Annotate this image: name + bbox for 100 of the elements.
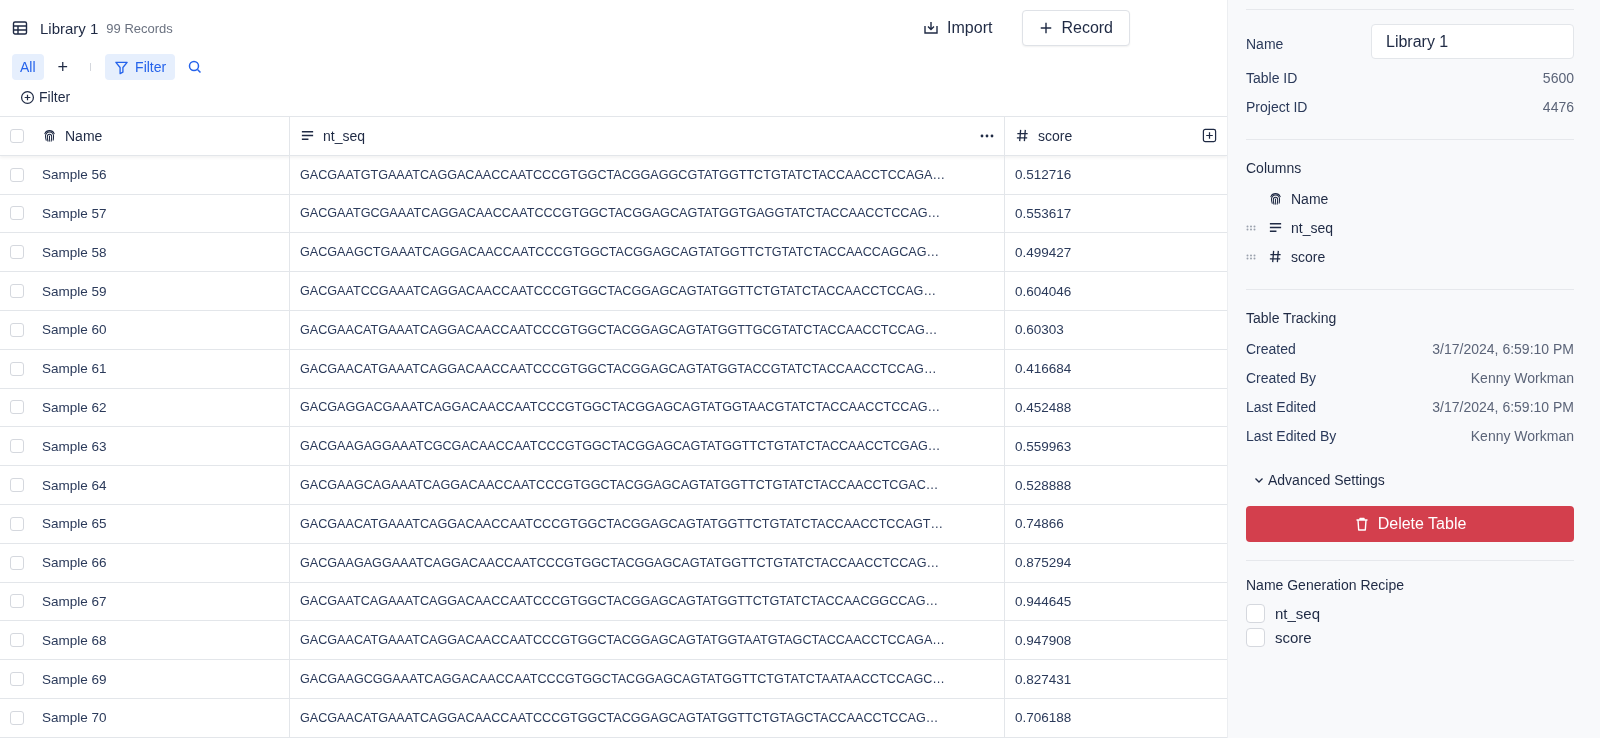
table-cell: Sample 69 [42,671,107,687]
text-lines-icon [1268,220,1283,235]
table-cell: GACGAATGCGAAATCAGGACAACCAATCCCGTGGCTACGGAGCAGTATGGTGAGGTATCTACCAACCTCCAG… [300,206,941,221]
select-all-checkbox[interactable] [10,128,24,143]
add-column-icon[interactable] [1202,128,1217,144]
funnel-icon [114,59,130,75]
row-checkbox[interactable] [10,478,24,493]
field-value: Kenny Workman [1470,427,1574,444]
field-label: Created By [1246,369,1317,386]
table-cell: GACGAAGCAGAAATCAGGACAACCAATCCCGTGGCTACGGAGCAGTATGGTTCTGTATCTACCAACCTCGAC… [300,478,939,493]
import-icon [923,20,940,36]
row-checkbox[interactable] [10,439,24,454]
field-label: Last Edited [1246,398,1317,415]
fingerprint-icon [1268,191,1283,206]
table-cell: Sample 66 [42,555,107,571]
table-cell: Sample 56 [42,167,107,183]
record-count: 99 Records [106,20,173,36]
row-checkbox[interactable] [10,284,24,299]
add-record-button[interactable]: Record [1022,10,1130,46]
add-view-button[interactable]: + [49,54,77,80]
table-cell: GACGAAGCGGAAATCAGGACAACCAATCCCGTGGCTACGGAGCAGTATGGTTCTGTATCTAATAACCTCCAGC… [300,672,945,687]
recipe-checkbox[interactable] [1246,627,1265,647]
table-cell: 0.416684 [1015,361,1072,377]
table-cell: Sample 58 [42,244,107,260]
table-cell: Sample 64 [42,477,107,493]
row-checkbox[interactable] [10,400,24,415]
section-title: Columns [1246,160,1303,176]
table-cell: GACGAACATGAAATCAGGACAACCAATCCCGTGGCTACGGAGCAGTATGGTTCTGTAGCTACCAACCTCCAG… [300,710,939,725]
field-label: Project ID [1246,98,1308,115]
table-cell: 0.604046 [1015,283,1072,299]
table-cell: 0.827431 [1015,671,1072,687]
more-icon[interactable] [980,133,994,138]
table-cell: GACGAACATGAAATCAGGACAACCAATCCCGTGGCTACGGAGCAGTATGGTTCTGTATCTACCAACCTCCAGT… [300,516,943,531]
row-checkbox[interactable] [10,206,24,221]
table-cell: 0.706188 [1015,710,1072,726]
table-cell: 0.553617 [1015,206,1072,221]
row-checkbox[interactable] [10,167,24,182]
section-title: Name Generation Recipe [1246,577,1405,593]
table-cell: 0.452488 [1015,399,1072,415]
hash-icon [1268,249,1283,264]
table-cell: Sample 65 [42,516,107,532]
section-title: Table Tracking [1246,310,1338,326]
field-value: Kenny Workman [1470,369,1574,386]
row-checkbox[interactable] [10,516,24,531]
table-cell: 0.947908 [1015,632,1072,648]
table-cell: 0.528888 [1015,477,1072,493]
name-input[interactable]: Library 1 [1371,24,1574,59]
row-checkbox[interactable] [10,245,24,260]
row-checkbox[interactable] [10,633,24,648]
recipe-checkbox[interactable] [1246,603,1265,623]
table-cell: 0.875294 [1015,555,1072,571]
table-cell: GACGAAGAGGAAATCAGGACAACCAATCCCGTGGCTACGGAGCAGTATGGTTCTGTATCTACCAACCTCCAG… [300,555,940,570]
table-cell: GACGAAGAGGAAATCGCGACAACCAATCCCGTGGCTACGGAGCAGTATGGTTCTGTATCTACCAACCTCGAG… [300,439,941,454]
table-cell: Sample 63 [42,438,107,454]
column-title: Name [65,127,103,144]
drag-handle-icon[interactable] [1246,224,1256,231]
table-cell: Sample 70 [42,710,107,726]
table-cell: GACGAACATGAAATCAGGACAACCAATCCCGTGGCTACGGAGCAGTATGGTACCGTATCTACCAACCTCCAG… [300,361,937,376]
table-cell: GACGAACATGAAATCAGGACAACCAATCCCGTGGCTACGGAGCAGTATGGTAATGTAGCTACCAACCTCCAGA… [300,633,945,648]
field-value: 4476 [1542,98,1574,115]
column-header[interactable]: Name [34,117,289,155]
table-icon [12,20,28,36]
view-tab[interactable]: All [12,54,44,80]
table-cell: 0.499427 [1015,244,1072,260]
table-cell: 0.559963 [1015,438,1072,454]
table-cell: Sample 60 [42,322,107,338]
table-cell: GACGAGGACGAAATCAGGACAACCAATCCCGTGGCTACGGAGCAGTATGGTAACGTATCTACCAACCTCCAG… [300,400,941,415]
row-checkbox[interactable] [10,710,24,725]
table-cell: Sample 67 [42,593,107,609]
table-cell: 0.74866 [1015,516,1064,532]
add-filter-button[interactable]: Filter [12,82,79,112]
field-value: 3/17/2024, 6:59:10 PM [1432,398,1574,415]
table-cell: GACGAACATGAAATCAGGACAACCAATCCCGTGGCTACGGAGCAGTATGGTTGCGTATCTACCAACCTCCAG… [300,322,938,337]
table-cell: GACGAATCAGAAATCAGGACAACCAATCCCGTGGCTACGGAGCAGTATGGTTCTGTATCTACCAACGGCCAG… [300,594,939,609]
row-checkbox[interactable] [10,322,24,337]
table-cell: Sample 57 [42,206,107,221]
filter-button[interactable]: Filter [105,54,176,80]
table-cell: Sample 59 [42,283,107,299]
row-checkbox[interactable] [10,594,24,609]
advanced-settings-toggle[interactable]: Advanced Settings [1246,472,1393,488]
table-cell: GACGAATGTGAAATCAGGACAACCAATCCCGTGGCTACGGAGGCGTATGGTTCTGTATCTACCAACCTCCAGA… [300,167,946,182]
checkbox-label: nt_seq [1275,604,1321,622]
field-label: Last Edited By [1246,427,1337,444]
column-header[interactable]: nt_seq [289,117,1004,155]
field-value: 5600 [1542,69,1574,86]
checkbox-label: score [1275,628,1312,646]
delete-table-button[interactable]: Delete Table [1246,506,1574,542]
field-label: Table ID [1246,69,1298,86]
plus-circle-icon [20,89,35,105]
drag-handle-icon[interactable] [1246,253,1256,260]
row-checkbox[interactable] [10,361,24,376]
field-label: Name [1246,35,1284,52]
column-title: nt_seq [323,127,366,144]
table-cell: GACGAAGCTGAAATCAGGACAACCAATCCCGTGGCTACGGAGCAGTATGGTTCTGTATCTACCAACCAGCAG… [300,245,940,260]
row-checkbox[interactable] [10,672,24,687]
column-title: score [1038,127,1073,144]
search-icon[interactable] [187,59,204,75]
table-cell: 0.512716 [1015,167,1072,183]
row-checkbox[interactable] [10,555,24,570]
import-button[interactable]: Import [913,13,1003,43]
